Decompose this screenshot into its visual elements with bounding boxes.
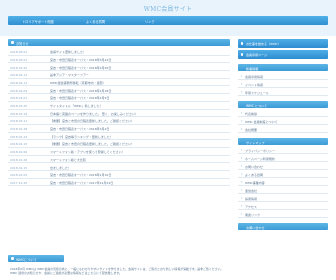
- sidebar-link[interactable]: WMC 会員制度について: [238, 117, 328, 125]
- sidebar-section-heading: WMC について: [238, 101, 328, 108]
- news-title-link[interactable]: スマートフォン版・アプリを使って登録してください！: [50, 150, 125, 154]
- news-row[interactable]: 2018.01.15 出ましました！: [8, 163, 230, 171]
- sidebar-link[interactable]: WMC事業内容: [238, 178, 328, 186]
- news-row[interactable]: 2018.01.05 宮吉・市田日程表オーパス・2018年1月10日: [8, 171, 230, 179]
- news-row[interactable]: 2018.02.28 宮吉・市田日程表オーパス・2018年3月2日: [8, 125, 230, 133]
- news-date: 2018.01.05: [10, 173, 28, 178]
- news-title-link[interactable]: 【重要】宮吉と市田の日程表更新しました。ご確認ください！: [50, 119, 134, 123]
- site-title[interactable]: WMC会員サイト: [0, 4, 336, 13]
- sidebar-link[interactable]: 採用情報: [238, 194, 328, 202]
- sidebar-link[interactable]: プライバシーポリシー: [238, 146, 328, 154]
- news-title-link[interactable]: 宮吉・市田日程表オーパス・2018年4月26日: [50, 66, 111, 70]
- news-title-link[interactable]: スマートフォン版と大比較: [50, 158, 86, 162]
- news-row[interactable]: 2018.04.12 是非アジア・マスターツアー: [8, 71, 230, 79]
- news-date: 2018.01.26: [10, 157, 28, 162]
- sidebar-link[interactable]: 運営会社: [238, 186, 328, 194]
- news-title-link[interactable]: 会員サイト更新しました！: [50, 50, 86, 54]
- news-title-link[interactable]: 宮吉・市田日程表オーパス・2018年5月24日: [50, 58, 111, 62]
- news-date: 2018.04.01: [10, 96, 28, 101]
- sidebar-link[interactable]: イベント情報: [238, 80, 328, 88]
- news-date: 2018.05.01: [10, 50, 28, 55]
- member-page-button[interactable]: 会員専用ページ: [238, 50, 328, 59]
- news-date: 2018.02.22: [10, 134, 28, 139]
- news-title-link[interactable]: 出ましました！: [50, 166, 71, 170]
- sidebar-link[interactable]: アクセス: [238, 202, 328, 210]
- news-heading: お知らせ: [8, 39, 230, 46]
- news-date: 2018.04.12: [10, 80, 28, 85]
- news-date: 2018.05.01: [10, 57, 28, 62]
- sidebar-link[interactable]: ホームページ利用規約: [238, 154, 328, 162]
- start-work-button[interactable]: お仕事を始める（WMC）: [238, 39, 328, 48]
- nav-item-links[interactable]: リンク: [145, 19, 155, 24]
- news-title-link[interactable]: 宮吉・市田日程表オーパス・2017年12月22日: [50, 181, 113, 185]
- sidebar-link[interactable]: 関連リンク: [238, 210, 328, 218]
- sidebar-section-heading: お問い合わせ: [238, 223, 328, 230]
- about-heading: WMCについて: [8, 255, 64, 262]
- sidebar-link[interactable]: よくある質問: [238, 170, 328, 178]
- about-text: 2018年6月 WMCは WMC会員の皆様の為に、一般にもわかりやすいサイトを作…: [10, 267, 224, 275]
- bullet-icon: [11, 257, 14, 260]
- news-row[interactable]: 2018.03.11 【重要】宮吉と市田の日程表更新しました。ご確認ください！: [8, 117, 230, 125]
- news-row[interactable]: 2018.04.09 宮吉・市田日程表オーパス・2018年4月18日: [8, 86, 230, 95]
- news-date: 2018.04.12: [10, 73, 28, 78]
- news-row[interactable]: 2017.12.20 宮吉・市田日程表オーパス・2017年12月22日: [8, 179, 230, 187]
- news-title-link[interactable]: WMC運営事務所移転（京都市内・滋賀）: [50, 81, 106, 85]
- sidebar-link[interactable]: 会員専用情報: [238, 72, 328, 80]
- about-section: WMCについて 2018年6月 WMCは WMC会員の皆様の為に、一般にもわかり…: [8, 255, 230, 280]
- news-row[interactable]: 2018.03.25 サイトタイトル「WMC」新しました！: [8, 102, 230, 110]
- sidebar-link[interactable]: お問い合わせ: [238, 162, 328, 170]
- news-date: 2017.12.20: [10, 180, 28, 185]
- sidebar-section-heading: 新着情報: [238, 64, 328, 71]
- news-title-link[interactable]: 宮吉・市田日程表オーパス・2018年1月10日: [50, 173, 111, 177]
- sidebar-link[interactable]: 年間スケジュール: [238, 88, 328, 96]
- news-date: 2018.04.09: [10, 88, 28, 93]
- news-row[interactable]: 2018.04.01 宮吉・市田日程表オーパス・2018年4月5日: [8, 94, 230, 102]
- news-row[interactable]: 2018.02.15 【重要】宮吉と市田の日程表更新しました。ご確認ください！: [8, 140, 230, 148]
- news-row[interactable]: 2018.02.06 スマートフォン版・アプリを使って登録してください！: [8, 148, 230, 156]
- news-row[interactable]: 2018.01.26 スマートフォン版と大比較: [8, 156, 230, 164]
- news-title-link[interactable]: 宮吉・市田日程表オーパス・2018年3月2日: [50, 127, 109, 131]
- news-date: 2018.02.28: [10, 127, 28, 132]
- news-title-link[interactable]: 宮吉・市田日程表オーパス・2018年4月5日: [50, 96, 109, 100]
- news-date: 2018.02.06: [10, 150, 28, 155]
- news-date: 2018.03.19: [10, 111, 28, 116]
- news-row[interactable]: 2018.04.12 WMC運営事務所移転（京都市内・滋賀）: [8, 79, 230, 87]
- news-title-link[interactable]: 【ランク】宮吉等ランキング・更新しました！: [50, 135, 113, 139]
- news-title-link[interactable]: 宮吉・市田日程表オーパス・2018年4月18日: [50, 89, 111, 93]
- news-date: 2018.03.11: [10, 119, 28, 124]
- news-row[interactable]: 2018.04.25 宮吉・市田日程表オーパス・2018年4月26日: [8, 63, 230, 72]
- bullet-icon: [11, 41, 14, 44]
- news-title-link[interactable]: 日本語と英語のページを作りました。 華く、お楽しみください！: [50, 112, 138, 116]
- news-row[interactable]: 2018.05.01 宮吉・市田日程表オーパス・2018年5月24日: [8, 56, 230, 64]
- nav-item-faq[interactable]: よくある質問: [86, 19, 105, 24]
- sidebar-section-heading: サイトマップ: [238, 138, 328, 145]
- news-list: 2018.05.01 会員サイト更新しました！ 2018.05.01 宮吉・市田日程表…: [8, 48, 230, 187]
- news-date: 2018.03.25: [10, 104, 28, 108]
- news-row[interactable]: 2018.02.22 【ランク】宮吉等ランキング・更新しました！: [8, 133, 230, 141]
- sidebar: お仕事を始める（WMC） 会員専用ページ新着情報会員専用情報イベント情報年間スケジ…: [238, 36, 328, 280]
- about-heading-label: WMCについて: [16, 257, 37, 262]
- news-title-link[interactable]: サイトタイトル「WMC」新しました！: [50, 104, 103, 108]
- news-date: 2018.02.15: [10, 142, 28, 147]
- news-title-link[interactable]: 是非アジア・マスターツアー: [50, 73, 89, 77]
- news-title-link[interactable]: 【重要】宮吉と市田の日程表更新しました。ご確認ください！: [50, 142, 134, 146]
- news-row[interactable]: 2018.05.01 会員サイト更新しました！: [8, 48, 230, 56]
- sidebar-link[interactable]: 会社概要: [238, 125, 328, 133]
- nav-item-support[interactable]: トロリアサポート関連: [22, 19, 54, 24]
- site-header: WMC会員サイト トロリアサポート関連 よくある質問 リンク: [0, 0, 336, 36]
- main-navbar: トロリアサポート関連 よくある質問 リンク: [8, 16, 328, 25]
- news-heading-label: お知らせ: [16, 41, 29, 46]
- news-row[interactable]: 2018.03.19 日本語と英語のページを作りました。 華く、お楽しみください！: [8, 110, 230, 118]
- news-date: 2018.04.25: [10, 65, 28, 70]
- news-date: 2018.01.15: [10, 165, 28, 170]
- sidebar-link[interactable]: 代表挨拶: [238, 109, 328, 117]
